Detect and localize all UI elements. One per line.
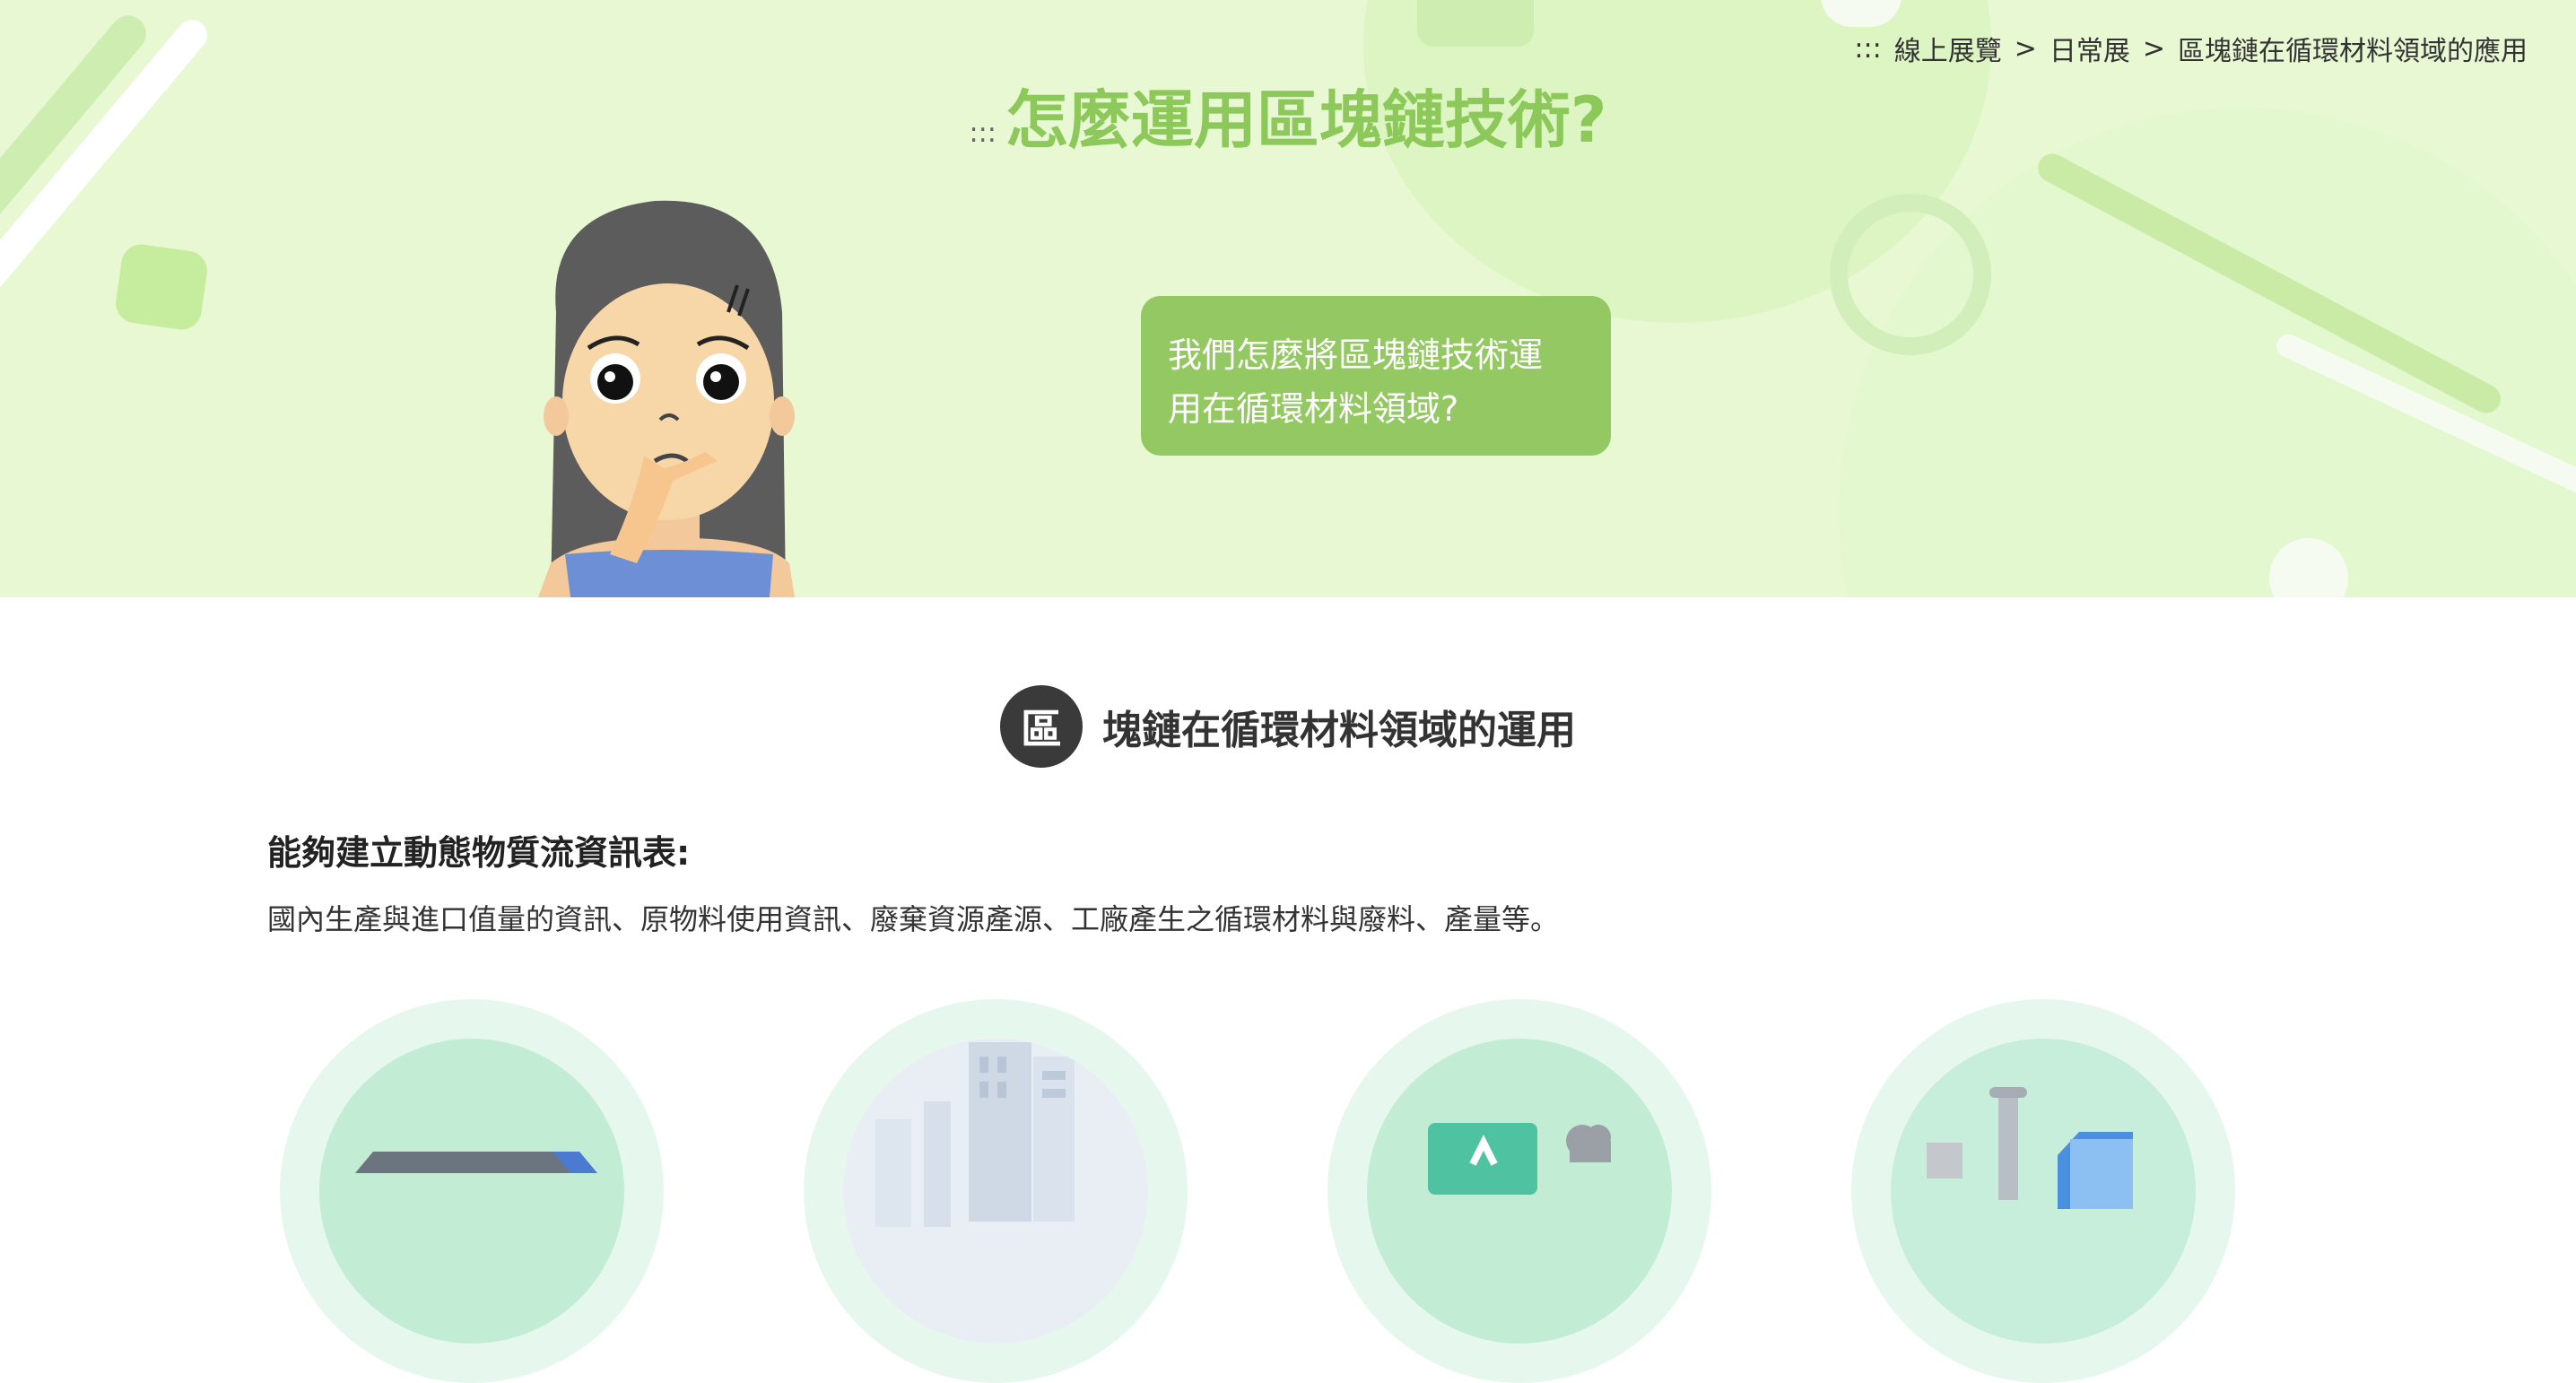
section-badge-icon: 區 — [1000, 685, 1083, 768]
speech-bubble-line: 用在循環材料領域? — [1168, 389, 1459, 429]
decor-square — [1417, 0, 1534, 47]
speech-bubble: 我們怎麼將區塊鏈技術運 用在循環材料領域? — [1141, 296, 1611, 456]
decor-square — [113, 241, 210, 333]
thinking-girl-illustration — [538, 200, 795, 597]
city-buildings-illustration-icon — [804, 999, 1188, 1383]
breadcrumb: ::: 線上展覽 > 日常展 > 區塊鏈在循環材料領域的應用 — [1854, 29, 2528, 68]
lab-materials-illustration-icon — [1851, 999, 2235, 1383]
title-accent-colons: ::: — [969, 117, 996, 149]
breadcrumb-item-online-exhibition[interactable]: 線上展覽 — [1894, 29, 2002, 68]
page-title: ::: 怎麼運用區塊鏈技術? — [0, 70, 2576, 161]
page-title-text: 怎麼運用區塊鏈技術? — [1005, 83, 1607, 157]
warehouse-illustration-icon — [280, 999, 664, 1383]
section-heading: 區 塊鏈在循環材料領域的運用 — [0, 685, 2576, 768]
content-text: 國內生產與進口值量的資訊、原物料使用資訊、廢棄資源產源、工廠產生之循環材料與廢料… — [267, 902, 1560, 936]
section-title: 塊鏈在循環材料領域的運用 — [1102, 708, 1576, 753]
recycling-data-illustration-icon — [1327, 999, 1711, 1383]
breadcrumb-prefix: ::: — [1854, 32, 1882, 65]
breadcrumb-item-daily-exhibition[interactable]: 日常展 — [2049, 29, 2130, 68]
breadcrumb-item-current[interactable]: 區塊鏈在循環材料領域的應用 — [2178, 29, 2528, 68]
decor-ring — [1830, 194, 1991, 355]
speech-bubble-line: 我們怎麼將區塊鏈技術運 — [1168, 335, 1544, 375]
breadcrumb-separator: > — [2142, 32, 2165, 65]
hero-banner: ::: 線上展覽 > 日常展 > 區塊鏈在循環材料領域的應用 ::: 怎麼運用區塊… — [0, 0, 2576, 597]
content-subtitle: 能夠建立動態物質流資訊表: — [267, 833, 691, 873]
breadcrumb-separator: > — [2014, 32, 2037, 65]
